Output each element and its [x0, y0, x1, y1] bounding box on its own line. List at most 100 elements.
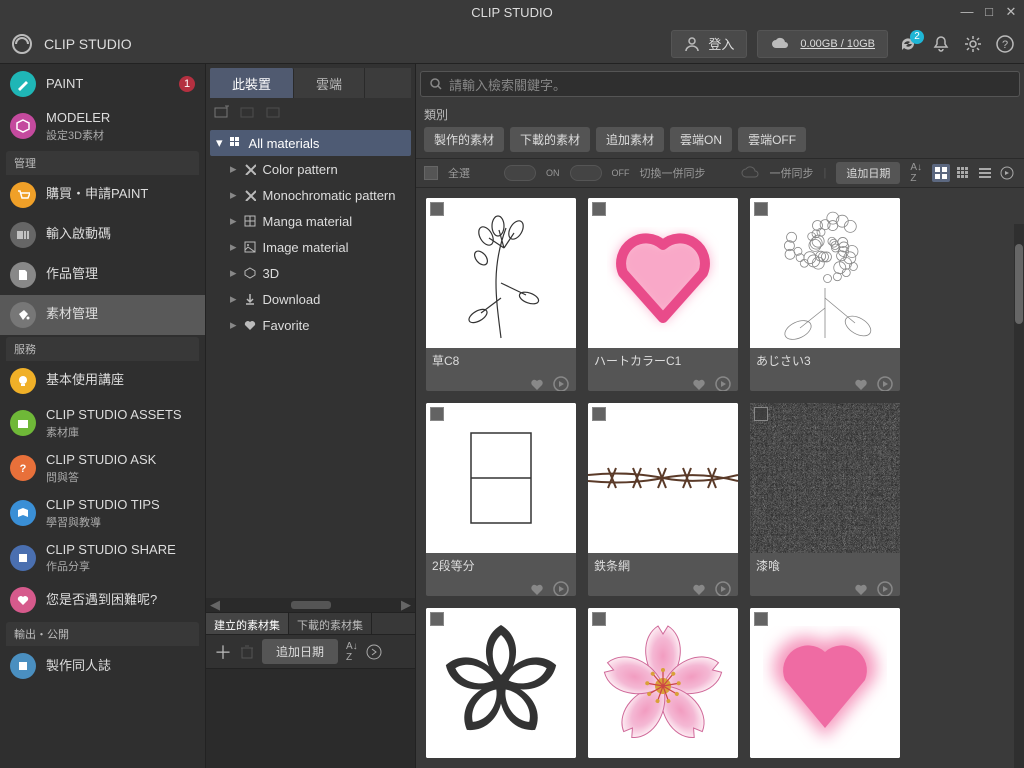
app-title: CLIP STUDIO: [471, 5, 552, 20]
tab-cloud[interactable]: 雲端: [294, 68, 365, 98]
sidebar-paint[interactable]: PAINT 1: [0, 64, 205, 104]
bottom-sort-button[interactable]: 追加日期: [262, 639, 338, 664]
add-icon[interactable]: ＋: [214, 639, 232, 665]
detail-icon[interactable]: [714, 580, 732, 596]
chevron-right-icon: ▸: [230, 265, 237, 281]
tree-item-2[interactable]: ▸Manga material: [210, 208, 411, 234]
storage-box[interactable]: 0.00GB / 10GB: [757, 30, 888, 58]
card-checkbox[interactable]: [592, 407, 606, 421]
favorite-icon[interactable]: [528, 580, 546, 596]
tree-root[interactable]: ▾ All materials: [210, 130, 411, 156]
tab-device[interactable]: 此裝置: [210, 68, 294, 98]
folder-icon-2[interactable]: [240, 105, 256, 119]
favorite-icon[interactable]: [528, 375, 546, 391]
favorite-icon[interactable]: [852, 375, 870, 391]
sort-az-icon[interactable]: A↓Z: [346, 641, 358, 663]
cloud-sync-icon[interactable]: [741, 166, 759, 180]
window-close[interactable]: ✕: [1004, 4, 1018, 20]
sidebar-works[interactable]: 作品管理: [0, 255, 205, 295]
filter-pill-1[interactable]: 下載的素材: [510, 127, 590, 152]
material-card-2[interactable]: あじさい3: [750, 198, 900, 391]
tree-type-icon: [243, 266, 257, 280]
sidebar-modeler[interactable]: MODELER 設定3D素材: [0, 104, 205, 149]
view-large-grid-icon[interactable]: [932, 164, 950, 182]
sidebar-buy[interactable]: 購買・申請PAINT: [0, 175, 205, 215]
tree-item-1[interactable]: ▸Monochromatic pattern: [210, 182, 411, 208]
favorite-icon[interactable]: [852, 580, 870, 596]
view-detail-icon[interactable]: [998, 164, 1016, 182]
sidebar-basic[interactable]: 基本使用講座: [0, 361, 205, 401]
app-logo-icon: [10, 32, 34, 56]
sidebar-help[interactable]: 您是否遇到困難呢?: [0, 580, 205, 620]
card-checkbox[interactable]: [592, 612, 606, 626]
sync-icon[interactable]: 2: [898, 34, 918, 54]
filter-pill-2[interactable]: 追加素材: [596, 127, 664, 152]
window-minimize[interactable]: —: [960, 4, 974, 20]
tree-item-4[interactable]: ▸3D: [210, 260, 411, 286]
sidebar-code[interactable]: 輸入啟動碼: [0, 215, 205, 255]
material-card-5[interactable]: 漆喰: [750, 403, 900, 596]
vertical-scrollbar[interactable]: [1014, 224, 1024, 768]
login-button[interactable]: 登入: [671, 30, 747, 58]
card-checkbox[interactable]: [430, 407, 444, 421]
off-toggle[interactable]: [570, 165, 602, 181]
tree-item-3[interactable]: ▸Image material: [210, 234, 411, 260]
login-label: 登入: [708, 34, 734, 53]
sidebar-ask[interactable]: ? CLIP STUDIO ASK問與答: [0, 446, 205, 491]
next-icon[interactable]: [366, 644, 382, 660]
bell-icon[interactable]: [932, 35, 950, 53]
material-name: あじさい3: [750, 348, 900, 373]
sidebar-materials[interactable]: 素材管理: [0, 295, 205, 335]
view-small-grid-icon[interactable]: [954, 164, 972, 182]
new-folder-icon[interactable]: [214, 105, 230, 119]
detail-icon[interactable]: [552, 580, 570, 596]
select-all-checkbox[interactable]: [424, 166, 438, 180]
card-checkbox[interactable]: [754, 612, 768, 626]
material-card-7[interactable]: [588, 608, 738, 758]
detail-icon[interactable]: [552, 375, 570, 391]
filter-pill-3[interactable]: 雲端ON: [670, 127, 732, 152]
card-checkbox[interactable]: [754, 407, 768, 421]
gear-icon[interactable]: [964, 35, 982, 53]
card-checkbox[interactable]: [430, 202, 444, 216]
sort-button[interactable]: 追加日期: [836, 162, 900, 184]
material-card-1[interactable]: ハートカラーC1: [588, 198, 738, 391]
sidebar-share[interactable]: CLIP STUDIO SHARE作品分享: [0, 536, 205, 581]
sidebar-assets[interactable]: CLIP STUDIO ASSETS素材庫: [0, 401, 205, 446]
collection-list: [206, 668, 415, 768]
favorite-icon[interactable]: [690, 375, 708, 391]
material-card-3[interactable]: 2段等分: [426, 403, 576, 596]
bottom-tab-created[interactable]: 建立的素材集: [206, 613, 289, 634]
material-card-6[interactable]: [426, 608, 576, 758]
card-checkbox[interactable]: [592, 202, 606, 216]
window-maximize[interactable]: □: [982, 4, 996, 20]
tree-item-label: Favorite: [263, 318, 310, 333]
filter-pill-0[interactable]: 製作的素材: [424, 127, 504, 152]
tree-hscroll[interactable]: ◀▶: [206, 598, 415, 612]
sidebar-tips[interactable]: CLIP STUDIO TIPS學習與教導: [0, 491, 205, 536]
section-output: 輸出・公開: [6, 622, 199, 646]
folder-icon-3[interactable]: [266, 105, 282, 119]
detail-icon[interactable]: [876, 580, 894, 596]
barcode-icon: [10, 222, 36, 248]
favorite-icon[interactable]: [690, 580, 708, 596]
on-toggle[interactable]: [504, 165, 536, 181]
search-input[interactable]: 請輸入檢索關鍵字。: [420, 71, 1020, 97]
filter-pill-4[interactable]: 雲端OFF: [738, 127, 806, 152]
detail-icon[interactable]: [714, 375, 732, 391]
material-card-8[interactable]: [750, 608, 900, 758]
view-list-icon[interactable]: [976, 164, 994, 182]
tree-item-5[interactable]: ▸Download: [210, 286, 411, 312]
help-icon[interactable]: ?: [996, 35, 1014, 53]
sidebar-doujin[interactable]: 製作同人誌: [0, 646, 205, 686]
tree-item-0[interactable]: ▸Color pattern: [210, 156, 411, 182]
bottom-tab-downloaded[interactable]: 下載的素材集: [289, 613, 372, 634]
card-checkbox[interactable]: [430, 612, 444, 626]
material-card-4[interactable]: 鉄条網: [588, 403, 738, 596]
sort-direction-icon[interactable]: A↓Z: [910, 162, 922, 184]
detail-icon[interactable]: [876, 375, 894, 391]
tree-item-6[interactable]: ▸Favorite: [210, 312, 411, 338]
card-checkbox[interactable]: [754, 202, 768, 216]
trash-icon[interactable]: [240, 644, 254, 660]
material-card-0[interactable]: 草C8: [426, 198, 576, 391]
